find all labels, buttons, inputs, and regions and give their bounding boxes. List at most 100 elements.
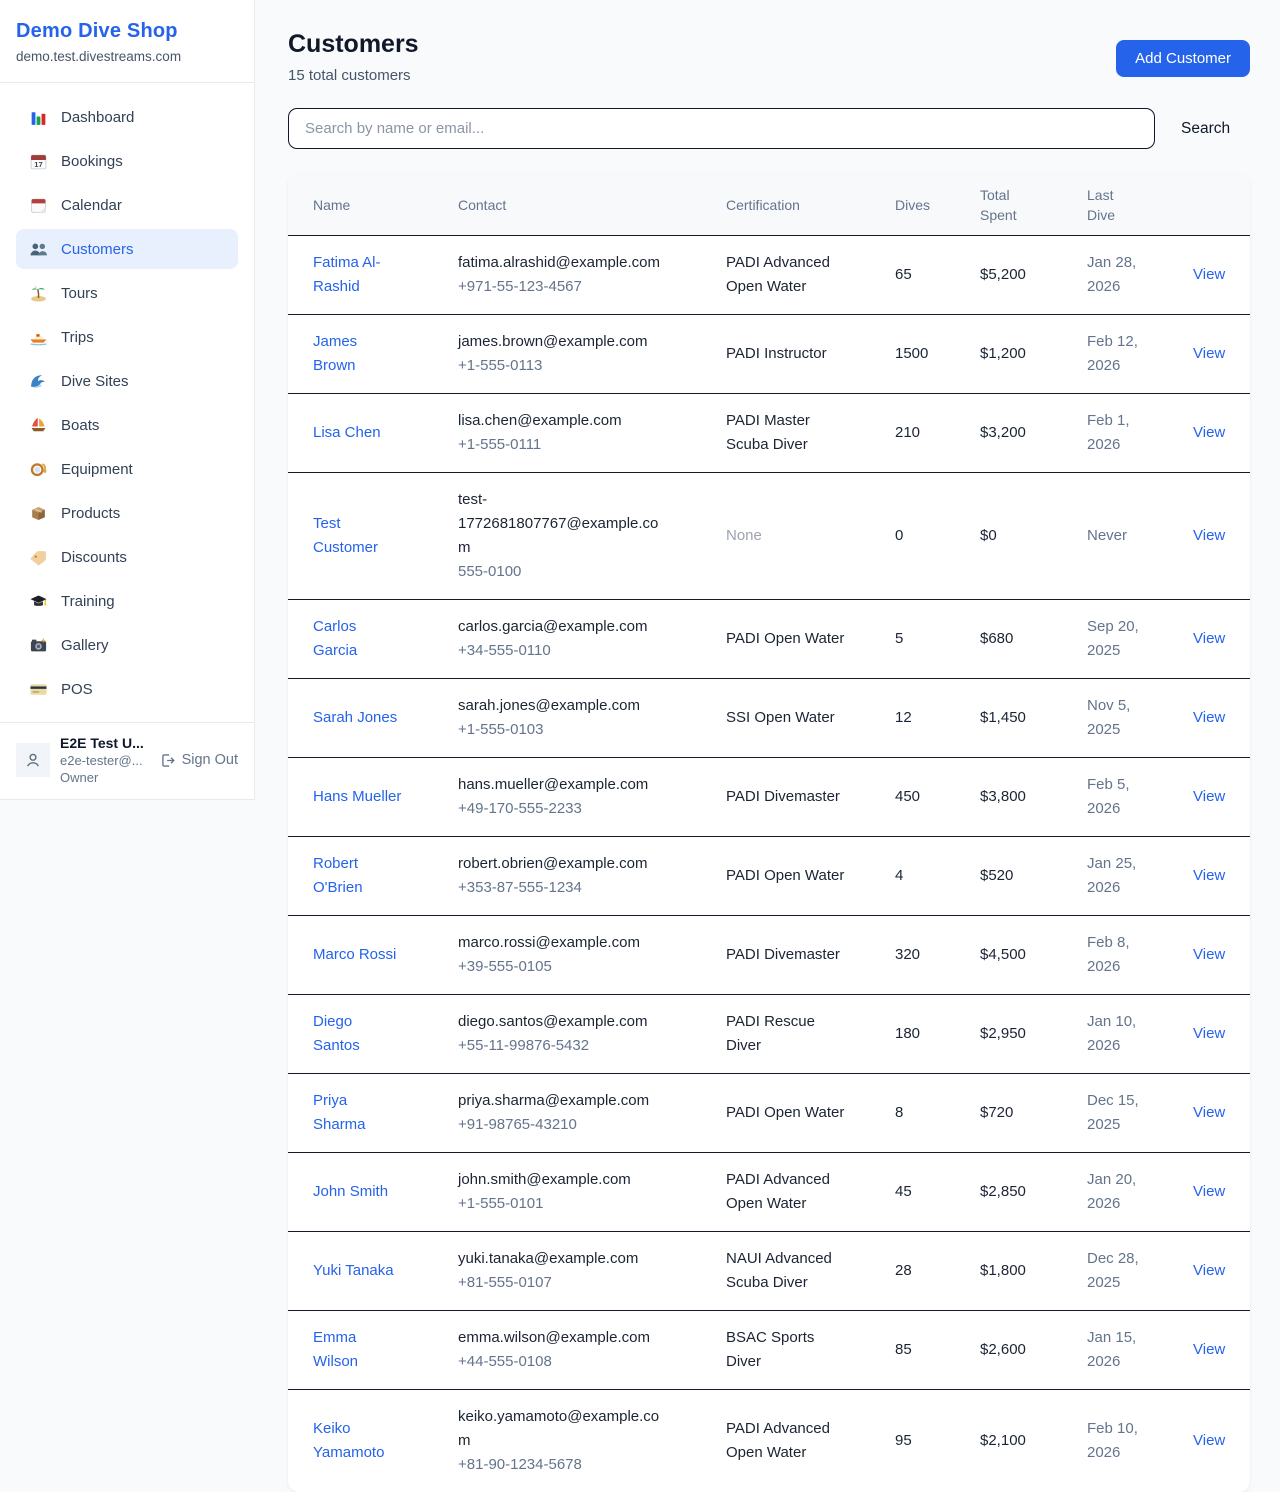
customer-dives: 28 xyxy=(895,1259,980,1283)
customer-total-spent: $1,200 xyxy=(980,342,1087,366)
customer-name-link[interactable]: Robert O'Brien xyxy=(313,855,363,896)
customer-last-dive: Feb 1, 2026 xyxy=(1087,409,1193,457)
customer-name-link[interactable]: James Brown xyxy=(313,333,357,374)
customer-name-link[interactable]: Priya Sharma xyxy=(313,1092,366,1133)
sidebar-item-training[interactable]: Training xyxy=(16,581,238,621)
sidebar-item-equipment[interactable]: Equipment xyxy=(16,449,238,489)
customer-dives: 45 xyxy=(895,1180,980,1204)
column-header-contact: Contact xyxy=(458,185,726,225)
customer-certification: PADI Advanced Open Water xyxy=(726,1168,895,1216)
table-row: Fatima Al-Rashid fatima.alrashid@example… xyxy=(288,236,1250,315)
table-row: Emma Wilson emma.wilson@example.com +44-… xyxy=(288,1311,1250,1390)
customer-name-link[interactable]: Test Customer xyxy=(313,515,378,556)
view-link[interactable]: View xyxy=(1193,709,1225,726)
add-customer-button[interactable]: Add Customer xyxy=(1116,40,1250,77)
customer-total-spent: $2,100 xyxy=(980,1429,1087,1453)
sidebar-item-tours[interactable]: Tours xyxy=(16,273,238,313)
sidebar-item-label: Dive Sites xyxy=(61,373,129,390)
sidebar-item-customers[interactable]: Customers xyxy=(16,229,238,269)
customer-email: james.brown@example.com xyxy=(458,330,666,354)
customer-total-spent: $720 xyxy=(980,1101,1087,1125)
customer-total-spent: $2,850 xyxy=(980,1180,1087,1204)
table-row: Marco Rossi marco.rossi@example.com +39-… xyxy=(288,916,1250,995)
customer-name-link[interactable]: Lisa Chen xyxy=(313,424,381,441)
bar-chart-icon xyxy=(29,108,48,127)
customer-dives: 210 xyxy=(895,421,980,445)
sidebar-item-label: Training xyxy=(61,593,115,610)
search-button[interactable]: Search xyxy=(1181,120,1230,138)
customer-phone: +971-55-123-4567 xyxy=(458,275,666,299)
sidebar-item-label: Bookings xyxy=(61,153,123,170)
view-link[interactable]: View xyxy=(1193,1432,1225,1449)
customer-last-dive: Never xyxy=(1087,524,1193,548)
sign-out-label: Sign Out xyxy=(182,752,238,768)
customer-total-spent: $1,800 xyxy=(980,1259,1087,1283)
sidebar-item-boats[interactable]: Boats xyxy=(16,405,238,445)
table-row: Hans Mueller hans.mueller@example.com +4… xyxy=(288,758,1250,837)
sidebar-item-trips[interactable]: Trips xyxy=(16,317,238,357)
sidebar-item-label: Dashboard xyxy=(61,109,134,126)
customer-total-spent: $2,950 xyxy=(980,1022,1087,1046)
view-link[interactable]: View xyxy=(1193,1341,1225,1358)
svg-text:17: 17 xyxy=(34,159,42,168)
customer-name-link[interactable]: Keiko Yamamoto xyxy=(313,1420,384,1461)
sidebar-item-products[interactable]: Products xyxy=(16,493,238,533)
view-link[interactable]: View xyxy=(1193,1025,1225,1042)
sidebar-item-gallery[interactable]: Gallery xyxy=(16,625,238,665)
view-link[interactable]: View xyxy=(1193,527,1225,544)
customer-phone: +353-87-555-1234 xyxy=(458,876,666,900)
graduation-cap-icon xyxy=(29,592,48,611)
view-link[interactable]: View xyxy=(1193,788,1225,805)
table-row: Diego Santos diego.santos@example.com +5… xyxy=(288,995,1250,1074)
customer-email: emma.wilson@example.com xyxy=(458,1326,666,1350)
table-row: James Brown james.brown@example.com +1-5… xyxy=(288,315,1250,394)
customer-name-link[interactable]: Sarah Jones xyxy=(313,709,397,726)
sidebar-nav: Dashboard 17 Bookings Calendar Customers… xyxy=(0,83,254,727)
search-input[interactable] xyxy=(288,108,1155,149)
search-row: Search xyxy=(288,108,1250,149)
customer-phone: +1-555-0113 xyxy=(458,354,666,378)
sidebar-item-dashboard[interactable]: Dashboard xyxy=(16,97,238,137)
customer-dives: 65 xyxy=(895,263,980,287)
customer-certification: PADI Divemaster xyxy=(726,785,895,809)
customer-name-link[interactable]: Yuki Tanaka xyxy=(313,1262,394,1279)
view-link[interactable]: View xyxy=(1193,1104,1225,1121)
customer-dives: 85 xyxy=(895,1338,980,1362)
sidebar-item-pos[interactable]: POS xyxy=(16,669,238,709)
sidebar-item-dive-sites[interactable]: Dive Sites xyxy=(16,361,238,401)
avatar xyxy=(16,743,50,777)
view-link[interactable]: View xyxy=(1193,1262,1225,1279)
customer-email: fatima.alrashid@example.com xyxy=(458,251,666,275)
customer-name-link[interactable]: Diego Santos xyxy=(313,1013,360,1054)
customer-email: sarah.jones@example.com xyxy=(458,694,666,718)
view-link[interactable]: View xyxy=(1193,1183,1225,1200)
column-header-total-spent: Total Spent xyxy=(980,175,1038,235)
customer-name-link[interactable]: Hans Mueller xyxy=(313,788,401,805)
main-content: Customers 15 total customers Add Custome… xyxy=(255,0,1280,1492)
customer-name-link[interactable]: Marco Rossi xyxy=(313,946,396,963)
customer-name-link[interactable]: Carlos Garcia xyxy=(313,618,357,659)
sidebar-item-bookings[interactable]: 17 Bookings xyxy=(16,141,238,181)
view-link[interactable]: View xyxy=(1193,424,1225,441)
sidebar-item-calendar[interactable]: Calendar xyxy=(16,185,238,225)
customer-name-link[interactable]: Emma Wilson xyxy=(313,1329,358,1370)
person-icon xyxy=(23,750,43,770)
sidebar-item-discounts[interactable]: Discounts xyxy=(16,537,238,577)
customer-name-link[interactable]: John Smith xyxy=(313,1183,388,1200)
customer-phone: +81-90-1234-5678 xyxy=(458,1453,666,1477)
customer-certification: None xyxy=(726,524,895,548)
customer-name-link[interactable]: Fatima Al-Rashid xyxy=(313,254,381,295)
view-link[interactable]: View xyxy=(1193,345,1225,362)
column-header-actions xyxy=(1193,195,1250,215)
column-header-name: Name xyxy=(313,185,458,225)
view-link[interactable]: View xyxy=(1193,946,1225,963)
customer-phone: +1-555-0101 xyxy=(458,1192,666,1216)
view-link[interactable]: View xyxy=(1193,630,1225,647)
view-link[interactable]: View xyxy=(1193,266,1225,283)
sign-out-button[interactable]: Sign Out xyxy=(159,752,238,769)
customer-email: marco.rossi@example.com xyxy=(458,931,666,955)
customer-certification: PADI Rescue Diver xyxy=(726,1010,895,1058)
view-link[interactable]: View xyxy=(1193,867,1225,884)
table-row: John Smith john.smith@example.com +1-555… xyxy=(288,1153,1250,1232)
customer-total-spent: $3,200 xyxy=(980,421,1087,445)
